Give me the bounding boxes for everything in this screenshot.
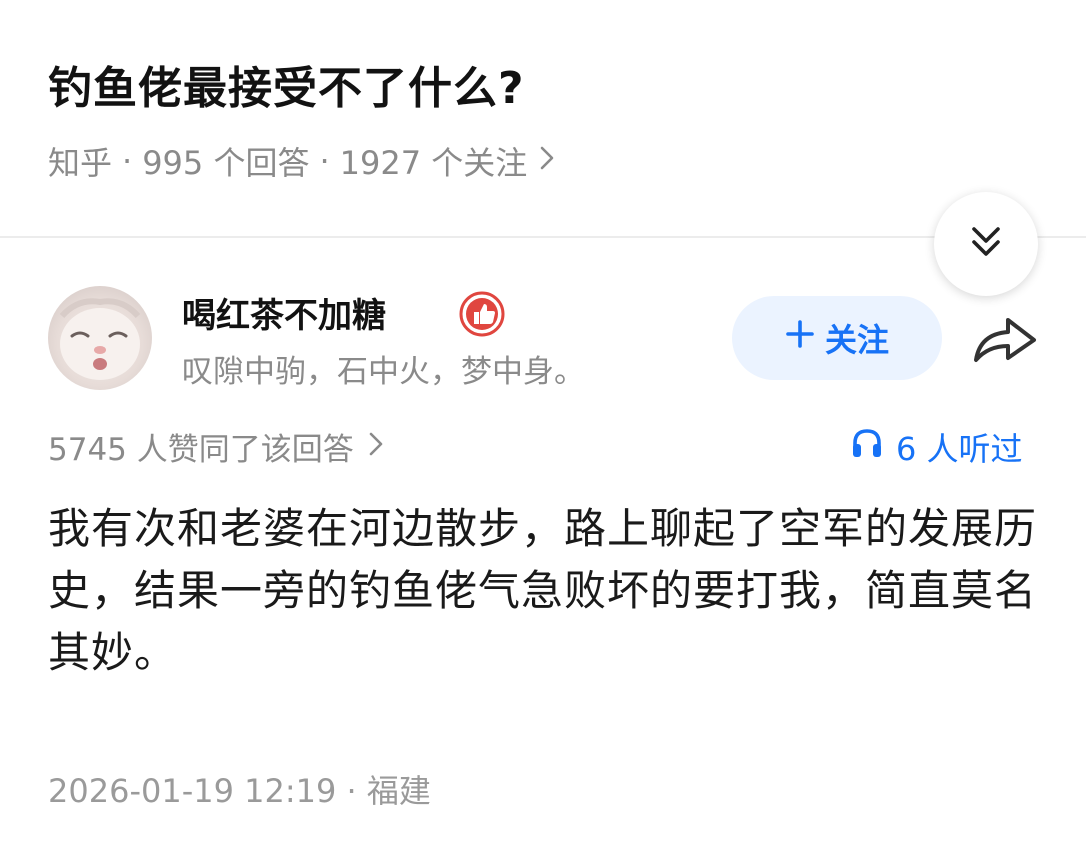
author-name[interactable]: 喝红茶不加糖	[182, 288, 386, 337]
answer-date-location: 2026-01-19 12:19 · 福建	[48, 772, 431, 810]
author-bio: 叹隙中驹，石中火，梦中身。	[182, 354, 585, 390]
chevron-right-icon	[539, 144, 555, 179]
double-chevron-down-icon	[969, 224, 1003, 264]
headphones-icon	[850, 426, 884, 468]
share-arrow-icon	[970, 318, 1040, 372]
question-title[interactable]: 钓鱼佬最接受不了什么?	[48, 52, 525, 116]
thumbs-up-badge-icon	[458, 290, 506, 338]
meta-separator: ·	[122, 142, 133, 180]
upvote-count: 5745 人赞同了该回答	[48, 432, 354, 468]
listen-count: 6 人听过	[896, 430, 1023, 468]
chevron-right-icon	[368, 429, 384, 465]
listen-count-button[interactable]: 6 人听过	[850, 424, 1023, 470]
answer-count: 995 个回答	[142, 144, 310, 182]
section-divider	[0, 236, 1086, 238]
cat-avatar-image	[59, 298, 141, 380]
avatar[interactable]	[48, 286, 152, 390]
source-label: 知乎	[48, 144, 113, 182]
follow-label: 关注	[824, 321, 889, 359]
collapse-button[interactable]	[934, 192, 1038, 296]
follow-button[interactable]: 关注	[732, 296, 942, 380]
meta-separator: ·	[319, 142, 330, 180]
upvote-summary[interactable]: 5745 人赞同了该回答	[48, 424, 384, 469]
question-meta[interactable]: 知乎 · 995 个回答 · 1927 个关注	[48, 138, 555, 184]
plus-icon	[785, 319, 815, 357]
share-button[interactable]	[970, 312, 1040, 368]
answer-content[interactable]: 我有次和老婆在河边散步，路上聊起了空军的发展历史，结果一旁的钓鱼佬气急败坏的要打…	[48, 498, 1048, 684]
follower-count: 1927 个关注	[339, 144, 528, 182]
